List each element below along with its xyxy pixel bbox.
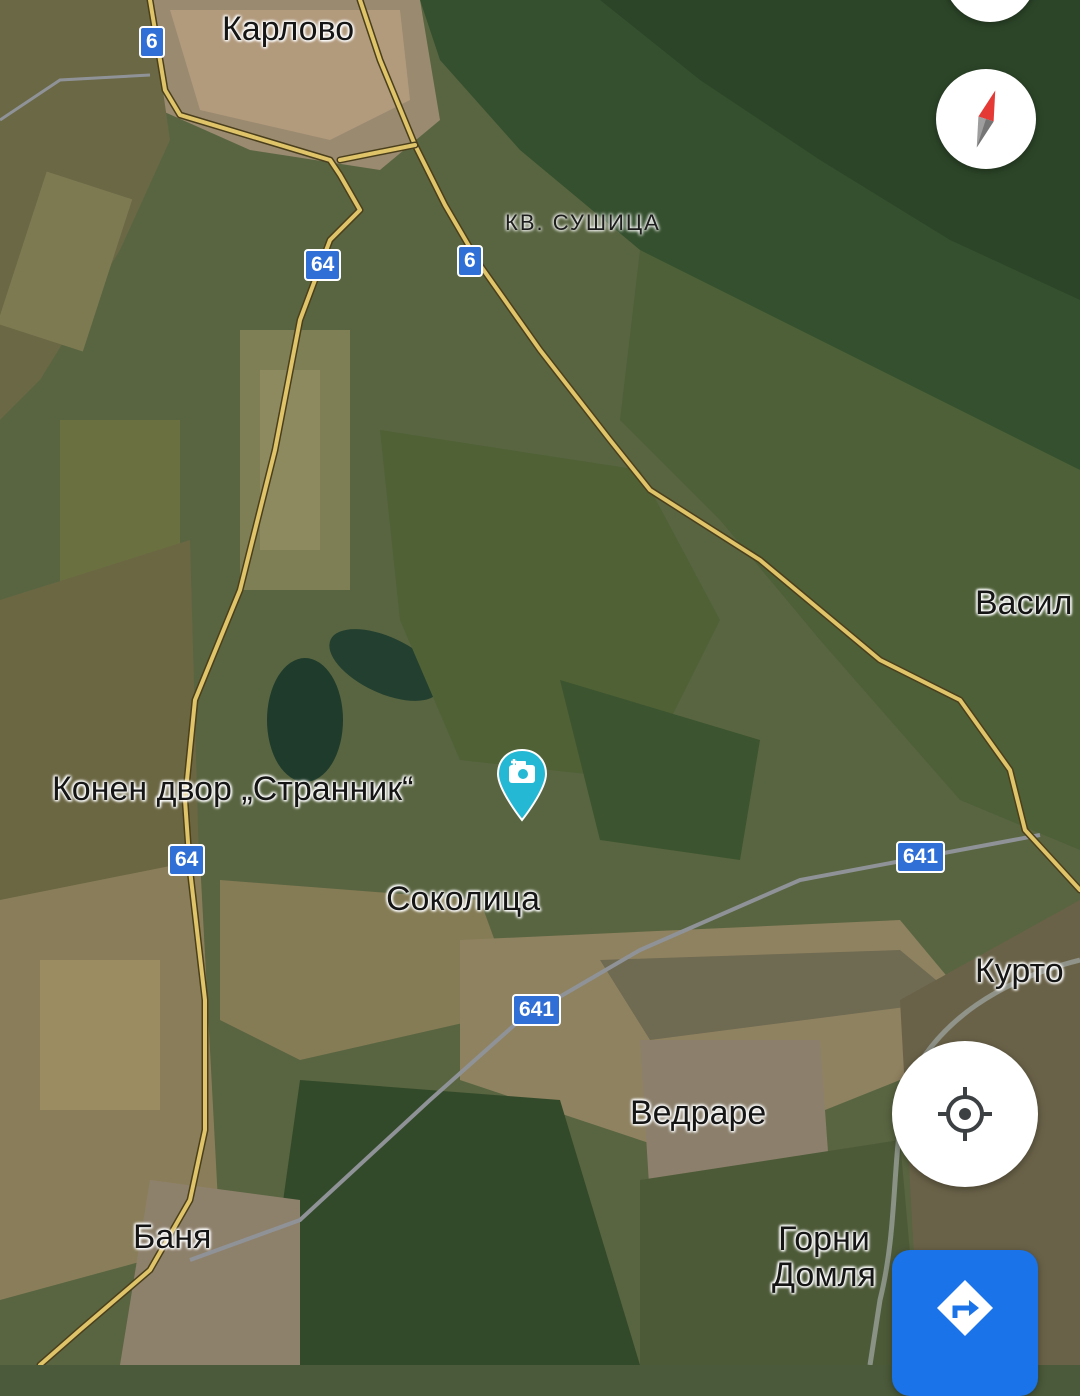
compass-button[interactable] [936,69,1036,169]
poi-marker[interactable] [496,748,548,822]
place-label-banya[interactable]: Баня [133,1219,211,1256]
place-label-vasil[interactable]: Васил [975,585,1072,622]
road-shield-64: 64 [168,844,206,877]
place-label-line: Домля [772,1255,876,1294]
place-label-karlovo[interactable]: Карлово [222,11,354,48]
my-location-icon [938,1087,992,1141]
poi-label[interactable]: Конен двор „Странник“ [52,771,413,808]
place-label-vedrare[interactable]: Ведраре [630,1095,766,1132]
place-label-kurto[interactable]: Курто [975,953,1064,990]
road-shield-64: 64 [304,249,342,282]
district-label-sushitsa[interactable]: КВ. СУШИЦА [505,210,661,236]
place-label-sokolitsa[interactable]: Соколица [386,881,540,918]
my-location-button[interactable] [892,1041,1038,1187]
road-shield-6: 6 [139,26,165,59]
compass-icon [976,90,996,148]
road-shield-6: 6 [457,245,483,278]
place-label-line: Горни [778,1220,870,1258]
directions-icon [937,1280,993,1336]
place-label-gorni-domlyan[interactable]: Горни Домля [772,1220,876,1294]
directions-button[interactable] [892,1250,1038,1396]
road-shield-641: 641 [512,994,562,1027]
road-shield-641: 641 [896,841,946,874]
camera-icon [496,748,548,822]
